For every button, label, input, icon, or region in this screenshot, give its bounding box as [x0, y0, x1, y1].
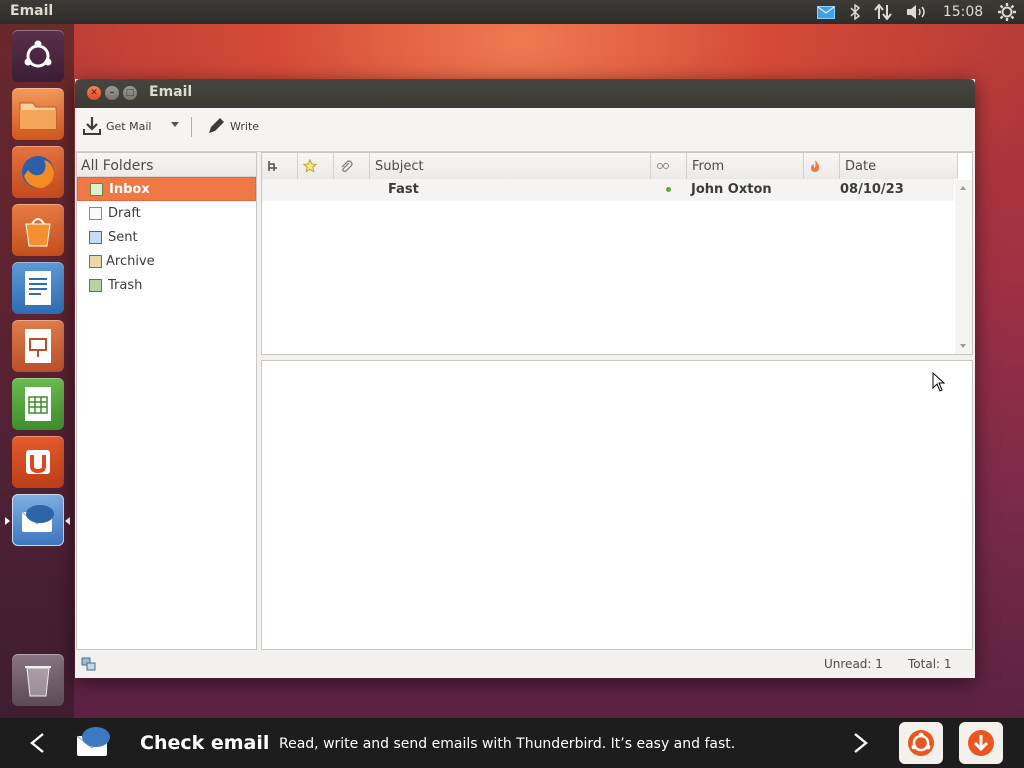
inbox-icon: [90, 182, 103, 196]
firefox-icon[interactable]: [12, 146, 64, 198]
folder-label: Archive: [106, 253, 155, 269]
message-subject: Fast: [388, 182, 419, 197]
thread-icon: [268, 161, 277, 171]
minimize-button[interactable]: –: [105, 86, 119, 100]
calc-icon[interactable]: [12, 378, 64, 430]
ubuntu-dash-icon[interactable]: [12, 30, 64, 82]
software-center-icon[interactable]: [12, 204, 64, 256]
mouse-cursor-icon: [932, 372, 945, 392]
trash-folder-icon: [89, 278, 102, 292]
mail-indicator-icon[interactable]: [815, 2, 837, 22]
scroll-up-icon[interactable]: [960, 186, 966, 190]
get-mail-button[interactable]: Get Mail: [82, 114, 151, 138]
top-panel: Email 15:08: [0, 0, 1024, 24]
files-icon[interactable]: [12, 88, 64, 140]
toolbar: Get Mail Write: [75, 108, 975, 152]
next-arrow-icon[interactable]: [852, 732, 870, 754]
ubuntu-tour-button[interactable]: [899, 722, 943, 764]
folder-draft[interactable]: Draft: [77, 201, 256, 225]
folder-label: Trash: [108, 277, 143, 293]
download-icon: [83, 117, 101, 135]
subject-column-header[interactable]: Subject: [370, 153, 651, 179]
chevron-down-icon[interactable]: [171, 122, 179, 127]
tour-description: Read, write and send emails with Thunder…: [279, 736, 736, 752]
sent-icon: [89, 230, 102, 244]
launcher: [0, 24, 74, 718]
folder-label: Draft: [108, 205, 141, 221]
folder-archive[interactable]: Archive: [77, 249, 256, 273]
email-window: ✕ – □ Email Get Mail Write All Folders I…: [75, 79, 975, 678]
pencil-icon: [209, 118, 224, 133]
install-button[interactable]: [959, 722, 1003, 764]
active-app-title: Email: [10, 3, 54, 19]
running-indicator: [5, 517, 10, 525]
message-from: John Oxton: [691, 182, 772, 197]
folder-pane: All Folders Inbox Draft Sent Archive Tra…: [76, 152, 257, 650]
message-date: 08/10/23: [840, 182, 904, 197]
close-button[interactable]: ✕: [87, 86, 101, 100]
ubuntu-logo-icon: [908, 730, 934, 756]
ubuntu-one-icon[interactable]: [12, 436, 64, 488]
folder-label: Inbox: [109, 181, 150, 197]
maximize-button[interactable]: □: [123, 86, 137, 100]
tour-bar: Check email Read, write and send emails …: [0, 718, 1024, 768]
message-row[interactable]: Fast John Oxton 08/10/23: [262, 179, 954, 201]
writer-icon[interactable]: [12, 262, 64, 314]
previous-arrow-icon[interactable]: [28, 732, 46, 754]
thunderbird-icon[interactable]: [12, 494, 64, 546]
thunderbird-tour-icon: [76, 727, 110, 756]
gear-icon[interactable]: [996, 2, 1018, 22]
get-mail-label: Get Mail: [106, 119, 152, 133]
draft-icon: [89, 206, 102, 220]
folder-trash[interactable]: Trash: [77, 273, 256, 297]
toolbar-divider: [191, 117, 192, 137]
read-status-icon: [657, 163, 669, 169]
folder-sent[interactable]: Sent: [77, 225, 256, 249]
window-titlebar: ✕ – □ Email: [75, 79, 975, 108]
folder-pane-header[interactable]: All Folders: [77, 153, 256, 177]
message-preview-pane[interactable]: [261, 360, 973, 650]
impress-icon[interactable]: [12, 320, 64, 372]
clock[interactable]: 15:08: [940, 2, 986, 22]
attachment-column-header[interactable]: [334, 153, 370, 179]
window-title: Email: [149, 84, 193, 100]
bluetooth-icon[interactable]: [846, 2, 864, 22]
network-icon[interactable]: [872, 2, 894, 22]
star-column-header[interactable]: [298, 153, 334, 179]
online-status-icon[interactable]: [81, 657, 96, 671]
archive-icon: [89, 254, 102, 268]
star-icon: [303, 159, 317, 173]
folder-inbox[interactable]: Inbox: [77, 177, 256, 201]
junk-flame-icon: [811, 160, 820, 172]
folder-label: Sent: [108, 229, 138, 245]
thread-column-header[interactable]: [262, 153, 298, 179]
read-column-header[interactable]: [651, 153, 687, 179]
tour-title: Check email: [140, 732, 270, 754]
volume-icon[interactable]: [905, 2, 929, 22]
unread-count: Unread: 1: [824, 657, 883, 671]
scroll-down-icon[interactable]: [960, 344, 966, 348]
paperclip-icon: [341, 160, 353, 172]
write-label: Write: [230, 119, 260, 133]
date-column-header[interactable]: Date: [840, 153, 958, 179]
thread-pane: Subject From Date Fast John Oxton 08/10/…: [261, 152, 973, 355]
thread-scrollbar[interactable]: [955, 180, 972, 354]
total-count: Total: 1: [908, 657, 952, 671]
status-bar: Unread: 1 Total: 1: [75, 651, 975, 678]
junk-column-header[interactable]: [804, 153, 840, 179]
trash-icon[interactable]: [12, 654, 64, 706]
focus-indicator: [65, 517, 70, 525]
unread-dot-icon[interactable]: [666, 187, 671, 192]
from-column-header[interactable]: From: [687, 153, 804, 179]
download-arrow-icon: [968, 730, 994, 756]
write-button[interactable]: Write: [206, 114, 259, 138]
